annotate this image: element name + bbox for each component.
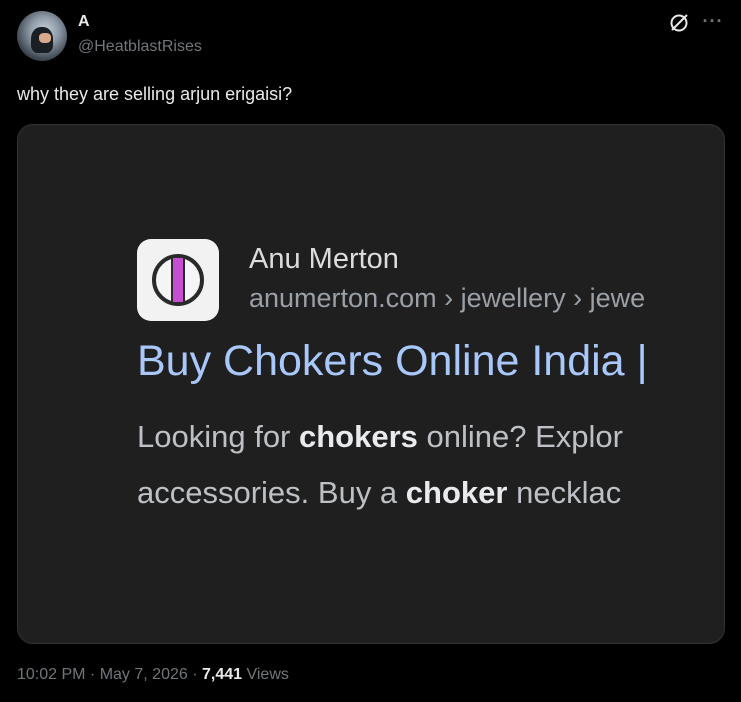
result-site-name: Anu Merton [249, 243, 399, 275]
meta-separator: · [85, 666, 100, 683]
views-count[interactable]: 7,441 [202, 666, 242, 683]
site-logo-bar [171, 258, 185, 302]
avatar[interactable] [17, 11, 67, 61]
more-icon[interactable]: ··· [700, 10, 726, 34]
snippet-1-pre: Looking for [137, 419, 299, 454]
result-title-text: Buy Chokers Online India | [137, 337, 648, 385]
tweet-time[interactable]: 10:02 PM [17, 666, 85, 683]
result-site-url: anumerton.com › jewellery › jewe [249, 283, 646, 313]
result-title: Buy Chokers Online India | [137, 337, 648, 386]
snippet-1-bold: chokers [299, 419, 418, 454]
author-handle[interactable]: @HeatblastRises [78, 38, 202, 56]
result-snippet-line-1: Looking for chokers online? Explor [137, 419, 623, 455]
grok-icon[interactable] [668, 12, 690, 34]
tweet-meta: 10:02 PM · May 7, 2026 · 7,441 Views [17, 666, 289, 684]
tweet-date[interactable]: May 7, 2026 [100, 666, 188, 683]
author-display-name[interactable]: A [78, 13, 90, 31]
snippet-1-post: online? Explor [417, 419, 623, 454]
snippet-2-post: necklac [507, 475, 622, 510]
result-snippet-line-2: accessories. Buy a choker necklac [137, 475, 621, 511]
views-label: Views [242, 666, 289, 683]
snippet-2-bold: choker [405, 475, 508, 510]
meta-separator: · [187, 666, 202, 683]
tweet: A @HeatblastRises ··· why they are selli… [0, 0, 741, 702]
avatar-hand [39, 33, 51, 43]
snippet-2-pre: accessories. Buy a [137, 475, 406, 510]
tweet-text: why they are selling arjun erigaisi? [17, 84, 293, 104]
site-logo [137, 239, 219, 321]
tweet-media-image[interactable]: Anu Merton anumerton.com › jewellery › j… [17, 124, 725, 644]
